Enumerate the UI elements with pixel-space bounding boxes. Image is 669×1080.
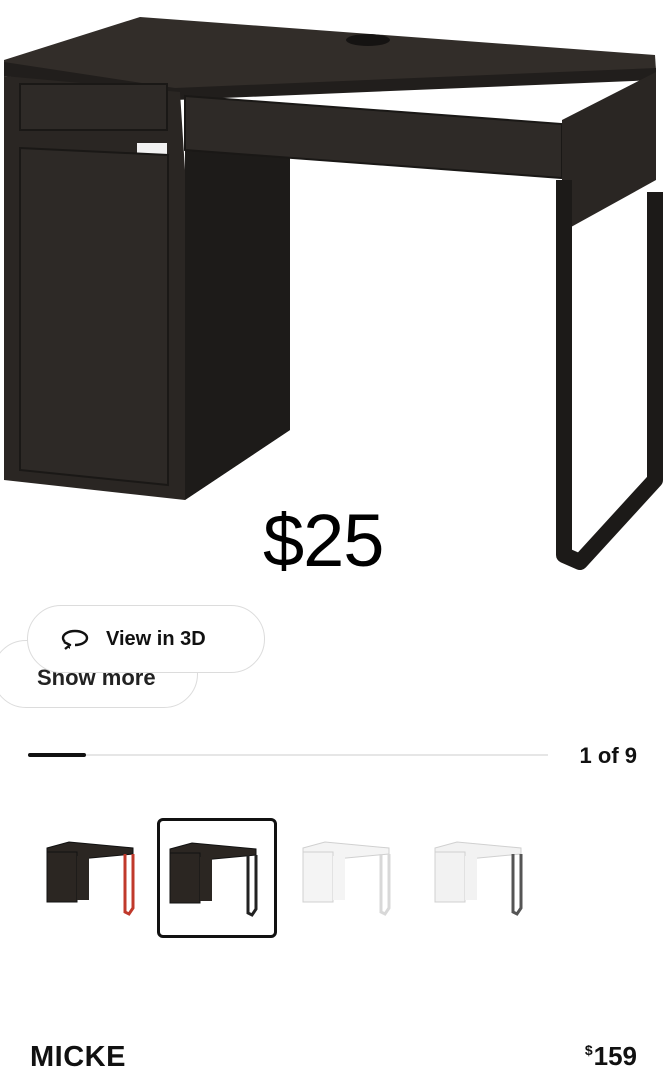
product-name: MICKE — [30, 1041, 126, 1073]
thumbnail-1[interactable] — [35, 818, 155, 938]
rotate-3d-icon — [61, 629, 89, 650]
desk-cable-hole — [346, 34, 390, 46]
thumbnail-3[interactable] — [291, 818, 411, 938]
desk-door — [19, 146, 169, 487]
desk-side-panel — [562, 72, 656, 232]
product-price: $159 — [585, 1041, 637, 1072]
price-currency: $ — [584, 1042, 593, 1058]
thumbnail-2[interactable] — [157, 818, 277, 938]
gallery-progress-bar — [28, 753, 548, 757]
thumbnail-image — [302, 841, 391, 916]
gallery-counter: 1 of 9 — [579, 743, 637, 768]
desk-drawer-left — [19, 83, 168, 131]
overlay-price-text: $25 — [263, 499, 384, 582]
thumbnail-4[interactable] — [423, 818, 543, 938]
desk-pedestal-side — [185, 150, 290, 500]
view-in-3d-label: View in 3D — [106, 627, 206, 650]
gallery-progress-fill — [28, 753, 86, 757]
thumbnail-image — [434, 841, 523, 916]
thumbnail-image — [46, 841, 135, 916]
view-in-3d-button[interactable]: View in 3D — [27, 605, 265, 673]
price-value: 159 — [593, 1041, 637, 1071]
thumbnail-image — [169, 842, 258, 917]
